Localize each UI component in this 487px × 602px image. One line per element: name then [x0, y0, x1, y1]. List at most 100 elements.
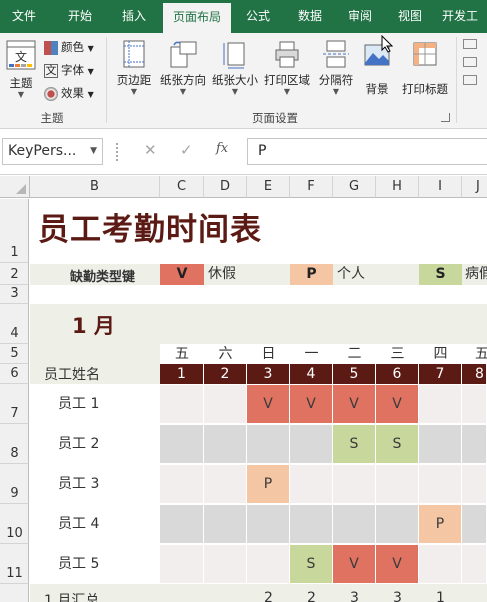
- attendance-cell[interactable]: [333, 505, 376, 543]
- attendance-cell[interactable]: S: [376, 425, 419, 463]
- row-header-12[interactable]: [0, 584, 29, 602]
- orientation-button[interactable]: 纸张方向 ▼: [158, 39, 208, 96]
- weekday-cell[interactable]: 日: [247, 344, 290, 364]
- tab-insert[interactable]: 插入: [110, 0, 158, 33]
- attendance-cell[interactable]: V: [376, 385, 419, 423]
- summary-label[interactable]: 1 月汇总: [44, 590, 99, 602]
- print-area-button[interactable]: 打印区域 ▼: [262, 39, 312, 96]
- attendance-cell[interactable]: V: [333, 385, 376, 423]
- day-number-cell[interactable]: 8: [462, 364, 487, 384]
- cancel-icon[interactable]: ✕: [144, 141, 157, 159]
- attendance-cell[interactable]: [204, 505, 247, 543]
- attendance-cell[interactable]: [419, 385, 462, 423]
- employee-name[interactable]: 员工 3: [30, 465, 160, 504]
- legend-text-vacation[interactable]: 休假: [208, 264, 236, 285]
- attendance-cell[interactable]: [247, 545, 290, 583]
- tab-review[interactable]: 审阅: [338, 0, 382, 33]
- attendance-cell[interactable]: S: [333, 425, 376, 463]
- attendance-cell[interactable]: [290, 425, 333, 463]
- margins-button[interactable]: 页边距 ▼: [112, 39, 156, 96]
- weekday-cell[interactable]: 五: [160, 344, 204, 364]
- attendance-cell[interactable]: [419, 425, 462, 463]
- day-number-cell[interactable]: 6: [376, 364, 419, 384]
- name-box[interactable]: KeyPers... ▼: [2, 138, 103, 165]
- column-header-J[interactable]: J: [462, 176, 487, 198]
- attendance-cell[interactable]: V: [290, 385, 333, 423]
- row-header-5[interactable]: 5: [0, 344, 29, 364]
- insert-function-icon[interactable]: fx: [216, 141, 228, 156]
- attendance-cell[interactable]: [160, 425, 204, 463]
- column-header-E[interactable]: E: [247, 176, 290, 198]
- column-header-F[interactable]: F: [290, 176, 333, 198]
- weekday-cell[interactable]: 四: [419, 344, 462, 364]
- row-header-3[interactable]: 3: [0, 285, 29, 304]
- attendance-cell[interactable]: [247, 425, 290, 463]
- row-header-6[interactable]: 6: [0, 364, 29, 384]
- attendance-cell[interactable]: [204, 425, 247, 463]
- tab-developer[interactable]: 开发工: [442, 0, 487, 33]
- weekday-cell[interactable]: 三: [376, 344, 419, 364]
- attendance-cell[interactable]: [290, 505, 333, 543]
- column-header-C[interactable]: C: [160, 176, 204, 198]
- attendance-cell[interactable]: [290, 465, 333, 503]
- row-header-9[interactable]: 9: [0, 464, 29, 504]
- employee-name[interactable]: 员工 5: [30, 545, 160, 584]
- summary-cell[interactable]: 2: [290, 590, 333, 602]
- chevron-down-icon[interactable]: ▼: [90, 139, 97, 164]
- attendance-cell[interactable]: [247, 505, 290, 543]
- column-header-D[interactable]: D: [204, 176, 247, 198]
- attendance-cell[interactable]: [376, 505, 419, 543]
- worksheet-grid[interactable]: B C D E F G H I J 1 2 3 4 5 6 7 8 9 10 1…: [0, 176, 487, 602]
- summary-cell[interactable]: 3: [333, 590, 376, 602]
- attendance-cell[interactable]: [204, 545, 247, 583]
- select-all-corner[interactable]: [0, 176, 30, 198]
- themes-button[interactable]: 文 主题 ▼: [4, 39, 38, 99]
- attendance-cell[interactable]: [204, 465, 247, 503]
- legend-label[interactable]: 缺勤类型键: [70, 266, 135, 285]
- month-label[interactable]: 1 月: [72, 310, 115, 340]
- tab-view[interactable]: 视图: [388, 0, 432, 33]
- weekday-cell[interactable]: 五: [462, 344, 487, 364]
- attendance-cell[interactable]: P: [419, 505, 462, 543]
- row-header-4[interactable]: 4: [0, 304, 29, 344]
- attendance-cell[interactable]: [419, 545, 462, 583]
- attendance-cell[interactable]: [462, 385, 487, 423]
- legend-text-personal[interactable]: 个人: [337, 264, 365, 285]
- employee-name[interactable]: 员工 1: [30, 385, 160, 424]
- attendance-cell[interactable]: [462, 505, 487, 543]
- formula-input[interactable]: P: [247, 138, 487, 165]
- weekday-cell[interactable]: 一: [290, 344, 333, 364]
- attendance-cell[interactable]: [160, 505, 204, 543]
- column-header-G[interactable]: G: [333, 176, 376, 198]
- day-number-cell[interactable]: 5: [333, 364, 376, 384]
- sheet-title[interactable]: 员工考勤时间表: [38, 204, 262, 249]
- day-number-cell[interactable]: 7: [419, 364, 462, 384]
- column-header-H[interactable]: H: [376, 176, 419, 198]
- row-header-1[interactable]: 1: [0, 199, 29, 263]
- tab-page-layout[interactable]: 页面布局: [163, 3, 231, 33]
- day-number-cell[interactable]: 4: [290, 364, 333, 384]
- column-header-I[interactable]: I: [419, 176, 462, 198]
- legend-code-sick[interactable]: S: [419, 264, 462, 285]
- attendance-cell[interactable]: S: [290, 545, 333, 583]
- column-header-B[interactable]: B: [30, 176, 160, 198]
- attendance-cell[interactable]: [160, 465, 204, 503]
- summary-cell[interactable]: 3: [376, 590, 419, 602]
- row-header-8[interactable]: 8: [0, 424, 29, 464]
- day-number-cell[interactable]: 2: [204, 364, 247, 384]
- page-setup-dialog-launcher[interactable]: [441, 113, 450, 122]
- attendance-cell[interactable]: [419, 465, 462, 503]
- fonts-button[interactable]: 文字体 ▼: [44, 60, 94, 80]
- summary-cell[interactable]: 1: [419, 590, 462, 602]
- tab-home[interactable]: 开始: [56, 0, 104, 33]
- employee-name[interactable]: 员工 2: [30, 425, 160, 464]
- attendance-cell[interactable]: V: [376, 545, 419, 583]
- name-header[interactable]: 员工姓名: [44, 365, 100, 385]
- day-number-cell[interactable]: 1: [160, 364, 204, 384]
- tab-data[interactable]: 数据: [288, 0, 332, 33]
- attendance-cell[interactable]: V: [247, 385, 290, 423]
- row-header-7[interactable]: 7: [0, 384, 29, 424]
- row-header-10[interactable]: 10: [0, 504, 29, 544]
- tab-formulas[interactable]: 公式: [236, 0, 280, 33]
- effects-button[interactable]: 效果 ▼: [44, 83, 94, 103]
